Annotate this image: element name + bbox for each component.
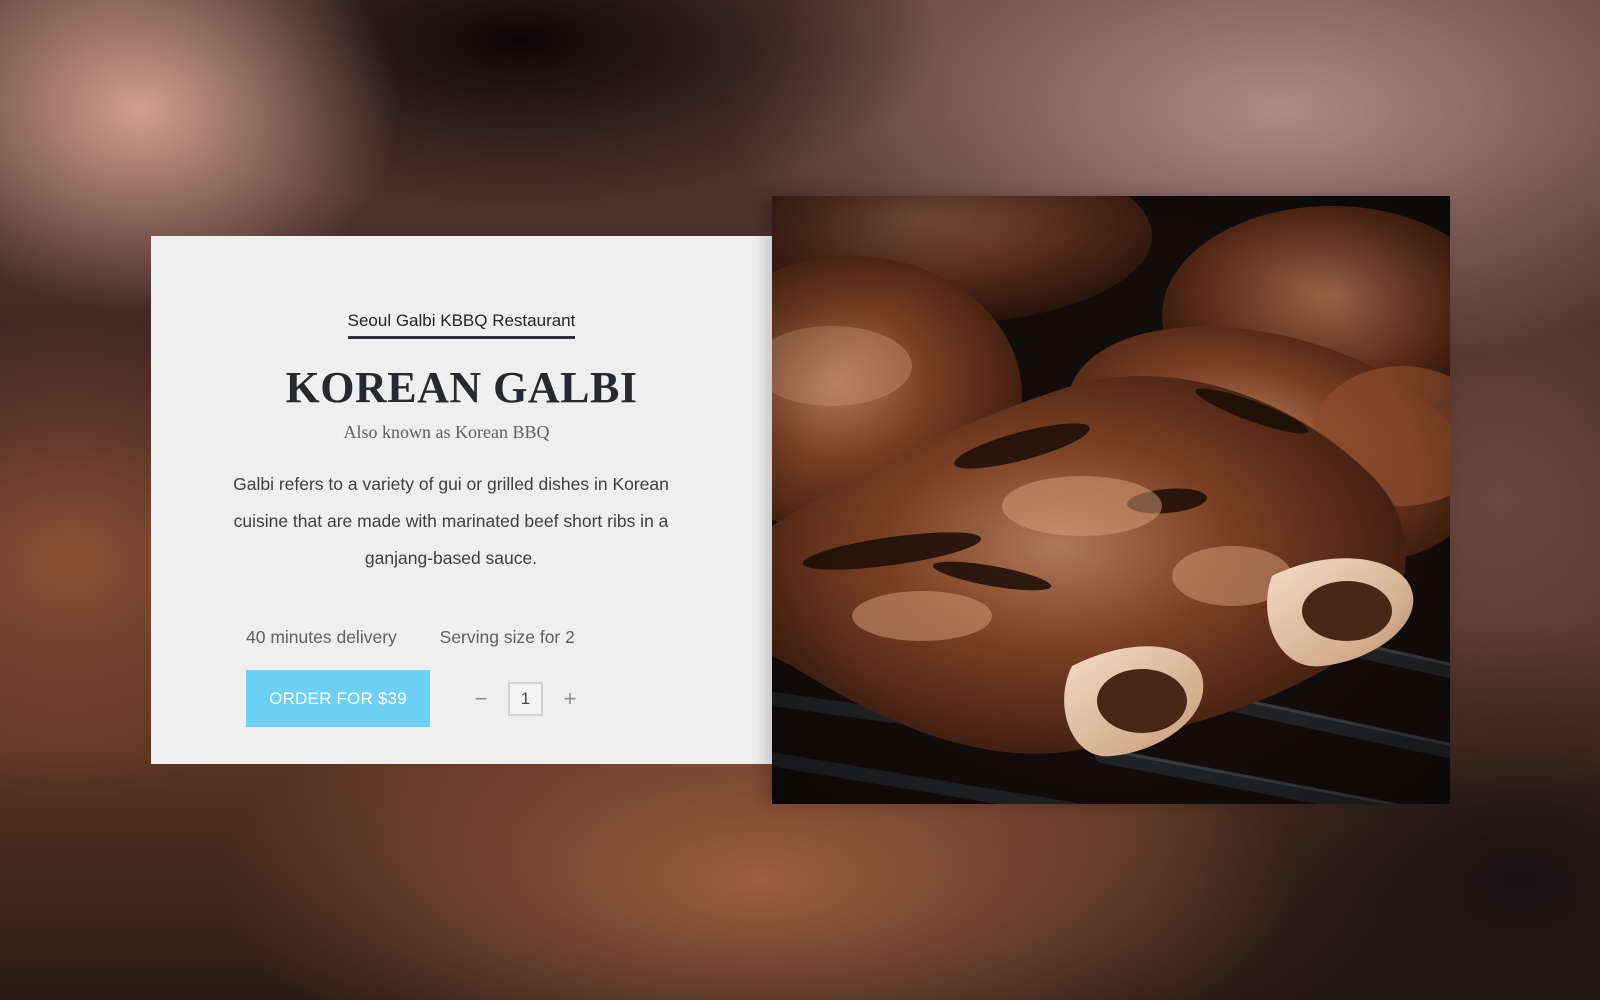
galbi-image xyxy=(772,196,1450,804)
serving-size: Serving size for 2 xyxy=(439,627,575,647)
order-button[interactable]: ORDER FOR $39 xyxy=(246,670,430,727)
stage: Seoul Galbi KBBQ Restaurant KOREAN GALBI… xyxy=(0,0,1600,1000)
quantity-stepper: − + xyxy=(461,681,590,717)
increment-button[interactable]: + xyxy=(550,681,590,717)
quantity-input[interactable] xyxy=(508,682,543,716)
delivery-time: 40 minutes delivery xyxy=(246,627,397,647)
dish-description: Galbi refers to a variety of gui or gril… xyxy=(233,474,669,568)
dish-title: KOREAN GALBI xyxy=(285,363,638,412)
dish-meta: 40 minutes delivery Serving size for 2 xyxy=(246,627,575,648)
decrement-button[interactable]: − xyxy=(461,681,501,717)
dish-card: Seoul Galbi KBBQ Restaurant KOREAN GALBI… xyxy=(151,236,772,764)
restaurant-link[interactable]: Seoul Galbi KBBQ Restaurant xyxy=(151,311,772,339)
dish-photo xyxy=(772,196,1450,804)
restaurant-name[interactable]: Seoul Galbi KBBQ Restaurant xyxy=(347,311,576,339)
dish-subtitle: Also known as Korean BBQ xyxy=(343,422,550,442)
